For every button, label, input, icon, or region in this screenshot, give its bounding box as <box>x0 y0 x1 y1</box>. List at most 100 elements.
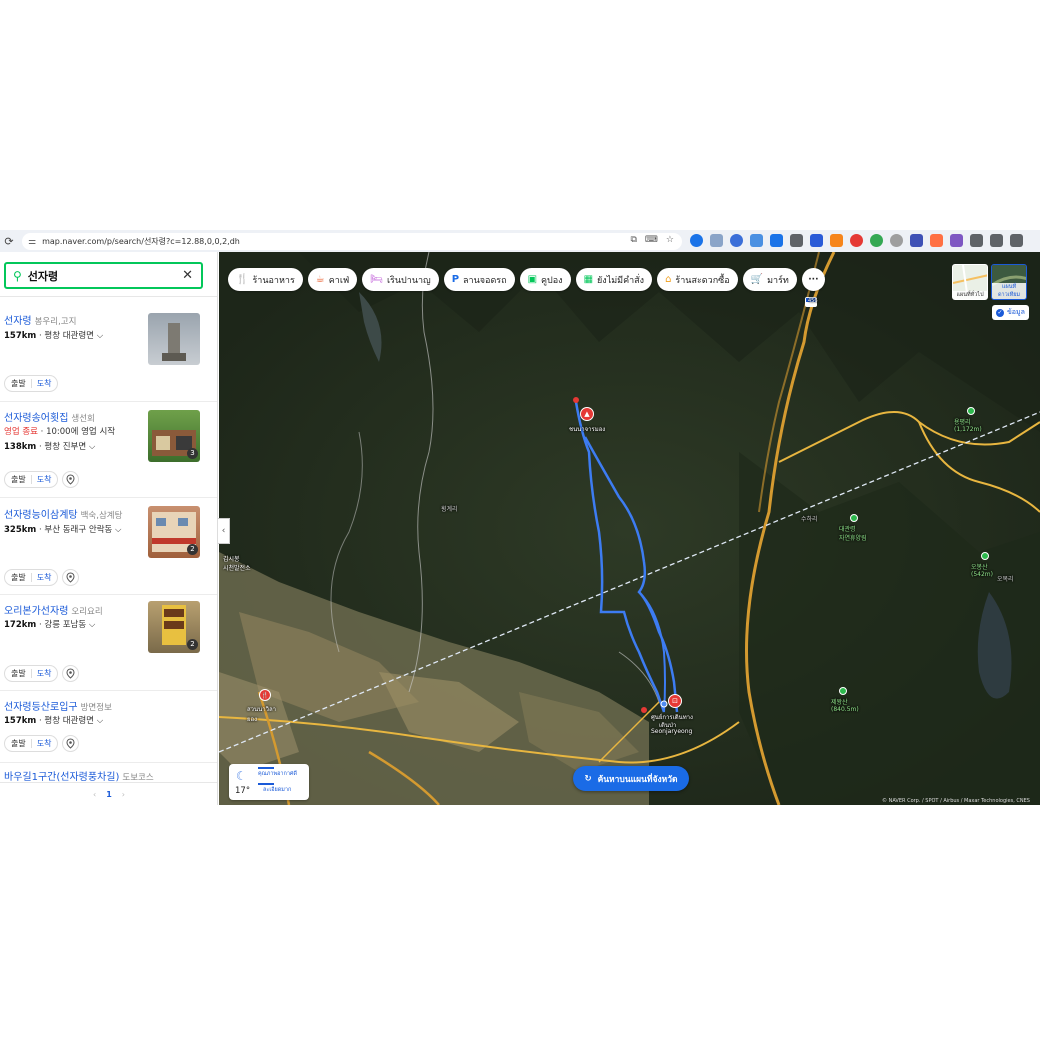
park-marker-icon[interactable] <box>839 687 847 695</box>
weather-widget[interactable]: ☾ 17° คุณภาพอากาศดี ละเอียดมาก <box>229 764 309 800</box>
location-pin-button[interactable] <box>62 471 80 488</box>
address-bar[interactable]: ⚌ map.naver.com/p/search/선자령?c=12.88,0,0… <box>22 233 682 250</box>
next-page-button[interactable]: › <box>122 790 125 799</box>
satellite-layer-button[interactable]: แผนที่ดาวเทียม <box>991 264 1027 300</box>
result-name[interactable]: 오리본가선자령 <box>4 606 68 617</box>
extension-icon[interactable] <box>730 234 743 247</box>
restaurant-marker-icon[interactable]: 🍴 <box>259 689 271 701</box>
result-thumbnail[interactable] <box>148 313 200 365</box>
page-number[interactable]: 1 <box>106 790 112 799</box>
location-pin-button[interactable] <box>62 665 80 682</box>
result-distance: 138km <box>4 442 37 452</box>
chevron-down-icon[interactable]: ⌵ <box>97 716 103 726</box>
list-item[interactable]: 선자령송어횟집 생선회 영업 종료 · 10:00에 영업 시작 138km · … <box>0 402 217 498</box>
extension-icon[interactable] <box>710 234 723 247</box>
result-thumbnail[interactable]: 3 <box>148 410 200 462</box>
depart-button[interactable]: 출발 <box>11 668 26 679</box>
list-item[interactable]: 오리본가선자령 오리요리 172km · 강릉 포남동 ⌵ 2 출발 도착 <box>0 595 217 691</box>
install-icon[interactable]: ⧉ <box>630 235 636 245</box>
result-name[interactable]: 선자령능이삼계탕 <box>4 510 78 521</box>
peak-marker-icon[interactable]: ▲ <box>580 407 594 421</box>
category-lodging-chip[interactable]: 🛏 เรินปานาญ <box>362 268 439 291</box>
list-item[interactable]: 바우길1구간(선자령풍차길) 도보코스 <box>0 763 217 783</box>
chevron-down-icon[interactable]: ⌵ <box>97 331 103 341</box>
reading-list-icon[interactable] <box>990 234 1003 247</box>
result-thumbnail[interactable]: 2 <box>148 601 200 653</box>
download-icon[interactable] <box>1010 234 1023 247</box>
arrive-button[interactable]: 도착 <box>37 668 52 679</box>
result-name[interactable]: 선자령송어횟집 <box>4 413 68 424</box>
depart-button[interactable]: 출발 <box>11 378 26 389</box>
extension-icon[interactable] <box>790 234 803 247</box>
category-restaurant-chip[interactable]: 🍴 ร้านอาหาร <box>228 268 303 291</box>
clear-search-icon[interactable]: ✕ <box>182 268 193 283</box>
chevron-down-icon[interactable]: ⌵ <box>89 442 95 452</box>
more-categories-button[interactable]: ··· <box>801 268 825 291</box>
chevron-down-icon[interactable]: ⌵ <box>115 525 121 535</box>
business-hours: · 10:00에 영업 시작 <box>37 427 116 437</box>
extension-icon[interactable] <box>690 234 703 247</box>
extensions-puzzle-icon[interactable] <box>970 234 983 247</box>
chevron-down-icon[interactable]: ⌵ <box>89 620 95 630</box>
bookmark-star-icon[interactable]: ☆ <box>666 235 674 245</box>
download-icon[interactable] <box>770 234 783 247</box>
depart-button[interactable]: 출발 <box>11 474 26 485</box>
extension-icon[interactable] <box>910 234 923 247</box>
extension-icon[interactable] <box>890 234 903 247</box>
search-this-area-button[interactable]: ↻ ค้นหาบนแผนที่จังหวัด <box>573 766 689 791</box>
park-label[interactable]: 대관령 자연휴양림 <box>839 524 867 542</box>
park-marker-icon[interactable] <box>967 407 975 415</box>
list-item[interactable]: 선자령 봉우리,고지 157km · 평창 대관령면 ⌵ 출발 도착 <box>0 304 217 402</box>
park-label[interactable]: 오봉산 (542m) <box>971 562 993 578</box>
location-pin-button[interactable] <box>62 735 80 752</box>
collapse-sidebar-button[interactable]: ‹ <box>218 518 230 544</box>
arrive-button[interactable]: 도착 <box>37 378 52 389</box>
category-parking-chip[interactable]: P ลานจอดรถ <box>443 268 515 291</box>
list-item[interactable]: 선자령능이삼계탕 백숙,삼계탕 325km · 부산 동래구 안락동 ⌵ 2 출발… <box>0 498 217 595</box>
reload-icon[interactable]: ⟳ <box>0 235 18 248</box>
temperature: 17° <box>235 786 251 796</box>
map-canvas[interactable]: ▲ ชนนาจารมอง ⊡ ศูนย์การเดินทาง เดินป่า S… <box>219 252 1040 805</box>
category-store-chip[interactable]: ⌂ ร้านสะดวกซื้อ <box>657 268 738 291</box>
depart-button[interactable]: 출발 <box>11 572 26 583</box>
extension-icon[interactable] <box>870 234 883 247</box>
park-label[interactable]: 용평리 (1,172m) <box>954 417 982 433</box>
category-mart-chip[interactable]: 🛒 มาร์ท <box>742 268 797 291</box>
restaurant-label[interactable]: สวนนาวิลา ยอง <box>247 704 276 724</box>
park-marker-icon[interactable] <box>981 552 989 560</box>
translate-icon[interactable]: ⌨ <box>645 235 658 245</box>
basic-map-layer-button[interactable]: แผนที่ทั่วไป <box>952 264 988 300</box>
trailhead-marker-icon[interactable]: ⊡ <box>668 694 682 708</box>
chip-label: คาเฟ่ <box>328 275 350 286</box>
category-cafe-chip[interactable]: ☕ คาเฟ่ <box>307 268 358 291</box>
search-box[interactable]: ⚲ 선자령 ✕ <box>4 262 203 289</box>
extension-icon[interactable] <box>930 234 943 247</box>
category-coupon-chip[interactable]: ▣ คูปอง <box>519 268 571 291</box>
coupon-icon: ▣ <box>527 274 538 285</box>
pin-icon <box>66 738 75 749</box>
arrive-button[interactable]: 도착 <box>37 738 52 749</box>
metamask-icon[interactable] <box>830 234 843 247</box>
park-marker-icon[interactable] <box>850 514 858 522</box>
park-label[interactable]: 제왕산 (840.5m) <box>831 697 859 713</box>
result-name[interactable]: 선자령등산로입구 <box>4 702 78 713</box>
extension-icon[interactable] <box>750 234 763 247</box>
peak-label[interactable]: ชนนาจารมอง <box>569 424 605 434</box>
photo-count-badge: 3 <box>187 448 198 459</box>
arrive-button[interactable]: 도착 <box>37 572 52 583</box>
site-settings-icon[interactable]: ⚌ <box>28 237 36 247</box>
extension-icon[interactable] <box>950 234 963 247</box>
list-item[interactable]: 선자령등산로입구 방면정보 157km · 평창 대관령면 ⌵ 출발 도착 <box>0 691 217 763</box>
extension-icon[interactable] <box>850 234 863 247</box>
depart-button[interactable]: 출발 <box>11 738 26 749</box>
category-booking-chip[interactable]: ▦ ยังไม่มีคำสั่ง <box>575 268 653 291</box>
store-icon: ⌂ <box>665 274 672 285</box>
arrive-button[interactable]: 도착 <box>37 474 52 485</box>
location-pin-button[interactable] <box>62 569 80 586</box>
search-input[interactable]: 선자령 <box>28 268 58 284</box>
extension-icon[interactable] <box>810 234 823 247</box>
map-info-toggle[interactable]: ✓ ข้อมูล <box>992 305 1029 320</box>
result-thumbnail[interactable]: 2 <box>148 506 200 558</box>
result-name[interactable]: 선자령 <box>4 316 32 327</box>
prev-page-button[interactable]: ‹ <box>93 790 96 799</box>
